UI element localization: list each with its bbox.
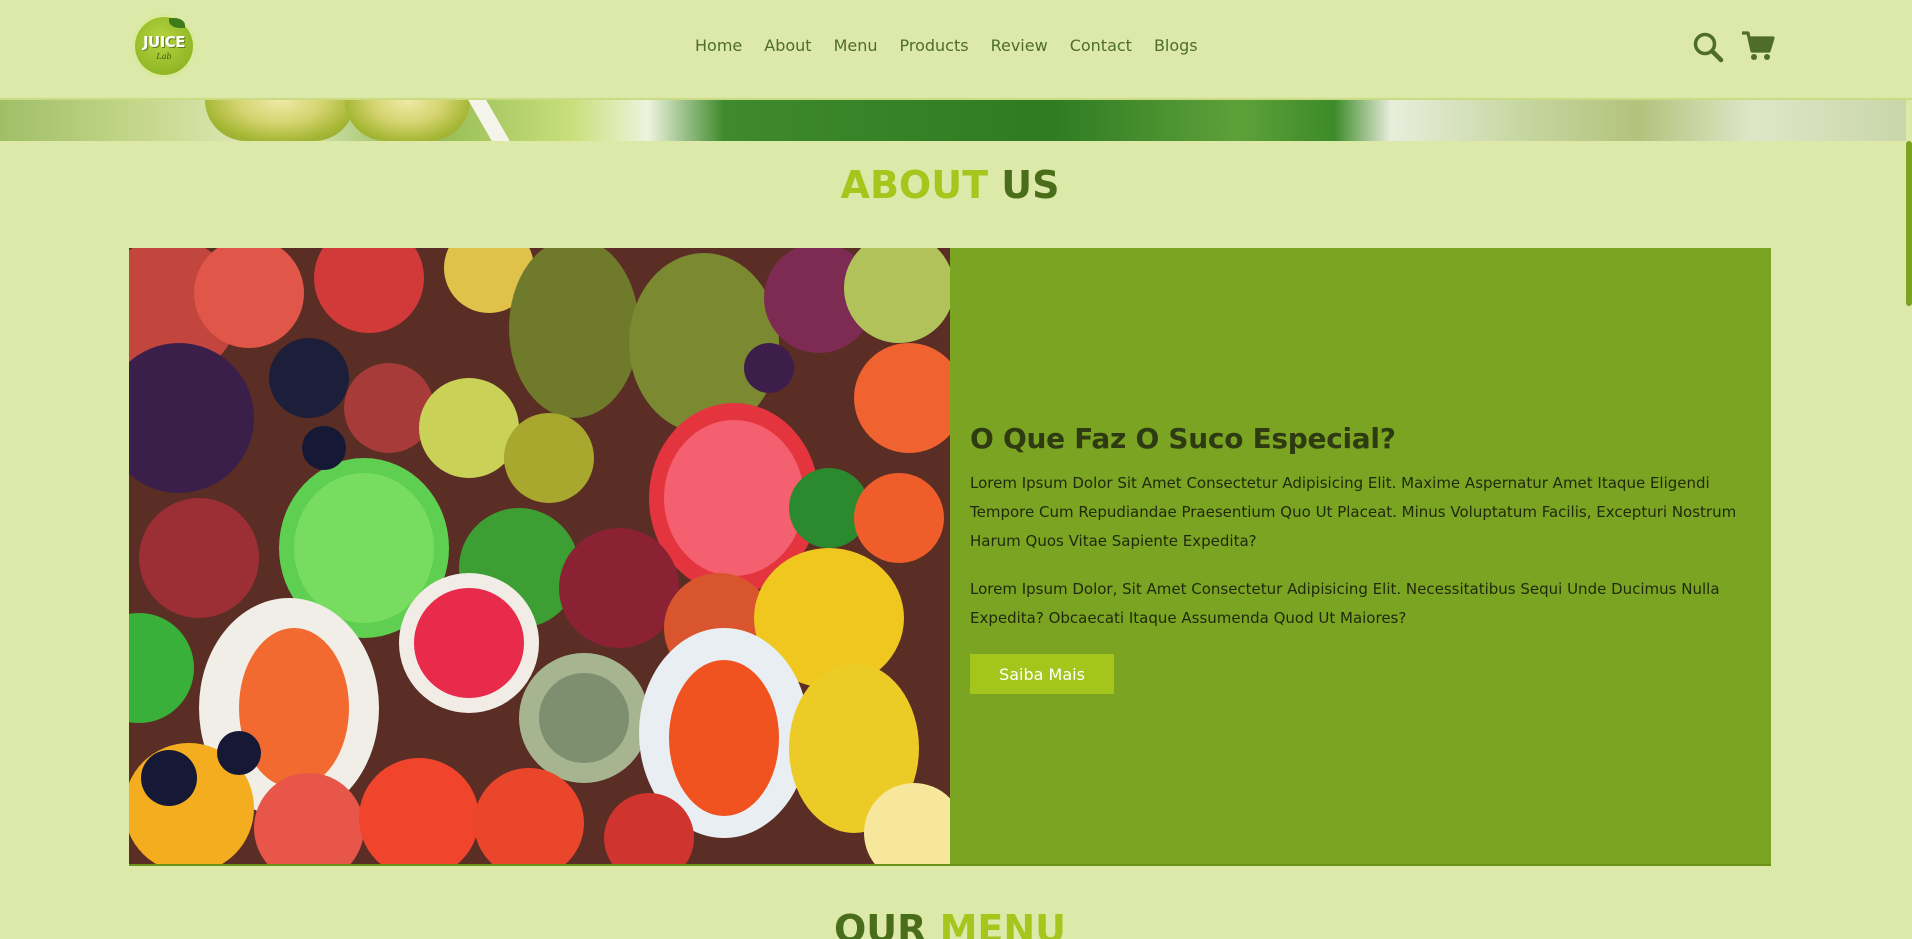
nav-item-products[interactable]: Products [900,36,969,58]
about-heading: O Que Faz O Suco Especial? [970,422,1396,455]
search-icon[interactable] [1692,31,1724,63]
about-title-word-2: US [1001,163,1060,207]
about-paragraph-2: Lorem Ipsum Dolor, Sit Amet Consectetur … [970,580,1720,627]
logo-sub-text: Lab [156,52,172,61]
logo[interactable]: JUICE Lab [133,15,195,77]
menu-section-title: OUR MENU [0,907,1900,939]
menu-title-word-1: OUR [833,907,927,939]
fruit-image [129,248,950,864]
nav-item-about[interactable]: About [764,36,811,58]
saiba-mais-button[interactable]: Saiba Mais [970,654,1114,694]
about-title-word-1: ABOUT [840,163,988,207]
about-section-title: ABOUT US [0,163,1900,207]
nav-item-review[interactable]: Review [991,36,1048,58]
cart-icon[interactable] [1741,30,1775,62]
nav-item-menu[interactable]: Menu [834,36,878,58]
leaf-icon [169,18,185,28]
logo-main-text: JUICE [142,33,186,51]
straw [468,100,510,141]
scrollbar-thumb[interactable] [1906,141,1912,306]
kiwi-slice [345,100,470,141]
kiwi-slice [205,100,355,141]
about-paragraph-1: Lorem Ipsum Dolor Sit Amet Consectetur A… [970,474,1737,550]
main-nav: Home About Menu Products Review Contact … [695,36,1198,58]
site-header: JUICE Lab Home About Menu Products Revie… [0,0,1912,100]
menu-title-word-2: MENU [939,907,1067,939]
nav-item-home[interactable]: Home [695,36,742,58]
nav-item-blogs[interactable]: Blogs [1154,36,1198,58]
nav-item-contact[interactable]: Contact [1070,36,1132,58]
hero-image-strip [0,100,1906,141]
